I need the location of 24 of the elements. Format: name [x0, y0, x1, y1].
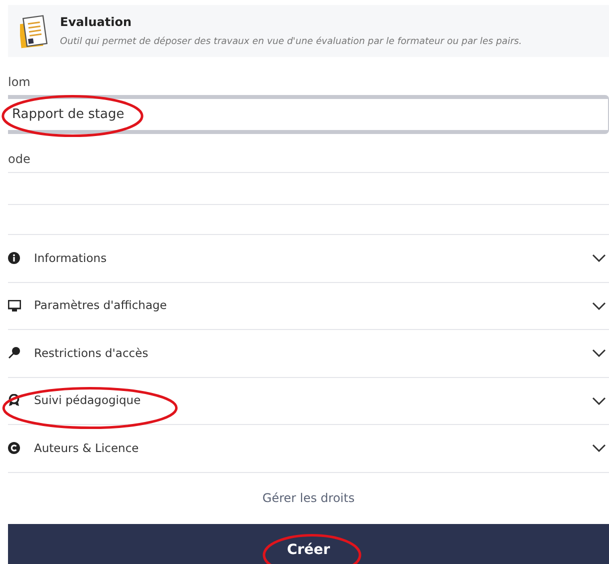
- accordion-label: Restrictions d'accès: [34, 344, 150, 362]
- manage-rights-link[interactable]: Gérer les droits: [262, 489, 355, 507]
- info-icon: [8, 252, 20, 264]
- accordion-label: Informations: [34, 250, 108, 267]
- accordion-label: Suivi pédagogique: [34, 392, 142, 410]
- accordion-row[interactable]: Informations: [8, 235, 609, 282]
- tool-description: Outil qui permet de déposer des travaux en vue d'une évaluation par le formateur ou par les pairs.: [60, 35, 522, 49]
- accordion-row[interactable]: Suivi pédagogique: [8, 378, 609, 425]
- monitor-icon: [8, 300, 21, 312]
- copyright-icon: [8, 442, 20, 454]
- accordion-row[interactable]: Auteurs & Licence: [8, 425, 609, 472]
- award-icon: [8, 394, 20, 408]
- key-icon: [8, 347, 20, 360]
- document-icon: [20, 15, 48, 49]
- field-label: ode: [8, 151, 32, 168]
- accordion-label: Paramètres d'affichage: [34, 297, 168, 314]
- accordion-label: Auteurs & Licence: [34, 440, 140, 457]
- field-label: lom: [8, 74, 32, 91]
- text-input[interactable]: [8, 172, 609, 205]
- text-input[interactable]: Rapport de stage: [8, 95, 609, 134]
- accordion-row[interactable]: Paramètres d'affichage: [8, 282, 609, 330]
- tool-title: Evaluation: [60, 14, 133, 31]
- accordion-row[interactable]: Restrictions d'accès: [8, 330, 609, 378]
- create-button[interactable]: Créer: [8, 524, 609, 564]
